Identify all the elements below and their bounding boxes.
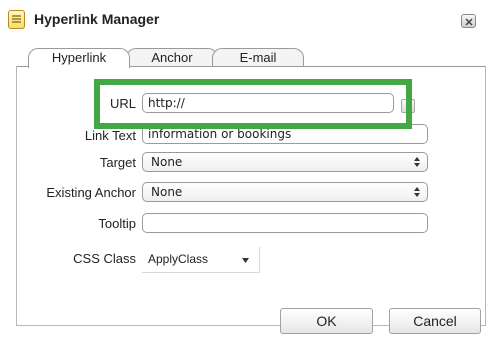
tab-hyperlink[interactable]: Hyperlink: [28, 48, 130, 68]
link-text-input[interactable]: information or bookings: [142, 124, 428, 144]
hyperlink-manager-dialog: Hyperlink Manager Hyperlink Anchor E-mai…: [4, 4, 494, 335]
tooltip-label: Tooltip: [98, 216, 136, 231]
tooltip-input[interactable]: [142, 213, 428, 233]
existing-anchor-select-value: None: [151, 185, 183, 199]
tab-email[interactable]: E-mail: [212, 48, 304, 67]
existing-anchor-label: Existing Anchor: [46, 185, 136, 200]
browse-button[interactable]: [401, 99, 415, 113]
css-class-select-value: ApplyClass: [148, 252, 209, 266]
target-label: Target: [99, 155, 136, 170]
url-input[interactable]: http://: [142, 93, 394, 113]
url-label: URL: [109, 96, 136, 111]
dialog-titlebar: Hyperlink Manager: [4, 4, 494, 34]
target-select[interactable]: None: [142, 152, 428, 172]
link-text-label: Link Text: [84, 128, 136, 143]
up-down-arrows-icon: [414, 157, 420, 167]
dialog-title: Hyperlink Manager: [34, 11, 160, 27]
css-class-select[interactable]: ApplyClass: [142, 247, 260, 273]
existing-anchor-select[interactable]: None: [142, 182, 428, 202]
up-down-arrows-icon: [414, 187, 420, 197]
cancel-button[interactable]: Cancel: [389, 308, 481, 334]
tab-anchor[interactable]: Anchor: [126, 48, 218, 67]
close-icon[interactable]: [461, 14, 476, 28]
ok-button[interactable]: OK: [280, 308, 373, 334]
target-select-value: None: [151, 155, 183, 169]
chevron-down-icon: [242, 258, 249, 263]
css-class-label: CSS Class: [73, 251, 136, 266]
document-icon: [8, 10, 25, 29]
